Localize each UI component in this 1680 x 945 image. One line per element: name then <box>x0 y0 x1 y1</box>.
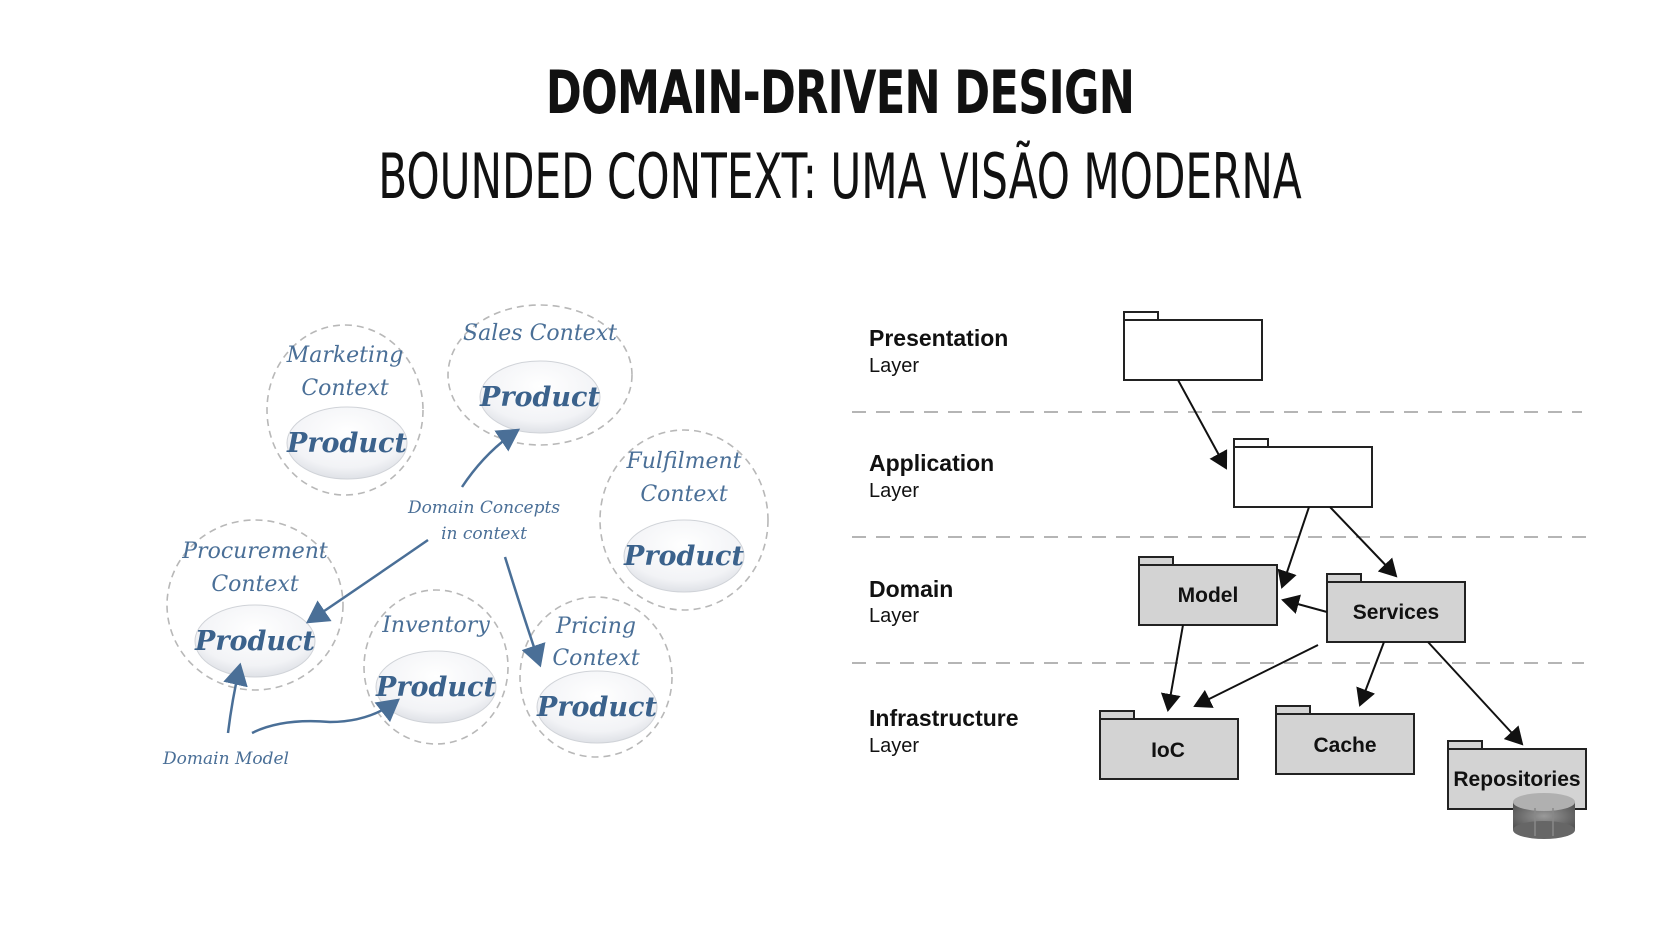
arrow-services-to-repositories <box>1427 641 1524 746</box>
arrow-application-to-services <box>1329 506 1398 578</box>
product-label: Product <box>286 428 407 459</box>
ioc-package: IoC <box>1099 710 1239 780</box>
context-label: Marketing <box>286 343 404 368</box>
product-label: Product <box>375 672 496 703</box>
arrow-to-sales <box>460 428 521 488</box>
model-package: Model <box>1138 556 1278 626</box>
arrow-to-pricing <box>503 556 546 668</box>
fulfilment-context: Fulfilment Context Product <box>599 429 769 611</box>
arrow-services-to-model <box>1281 594 1328 614</box>
product-label: Product <box>194 626 315 657</box>
layer-name-application: Application <box>869 450 994 476</box>
layered-architecture-diagram: Presentation Layer Application Layer Dom… <box>852 311 1587 839</box>
procurement-context: Procurement Context Product <box>166 519 344 691</box>
layer-suffix: Layer <box>869 355 919 377</box>
database-icon <box>1513 793 1575 839</box>
package-label-ioc: IoC <box>1151 739 1185 762</box>
package-label-model: Model <box>1178 584 1239 607</box>
services-package: Services <box>1326 573 1466 643</box>
context-label: Context <box>640 482 728 507</box>
arrow-services-to-ioc <box>1193 644 1319 708</box>
product-label: Product <box>623 541 744 572</box>
layer-suffix: Layer <box>869 735 919 757</box>
layer-suffix: Layer <box>869 605 919 627</box>
layer-name-presentation: Presentation <box>869 325 1008 351</box>
domain-concepts-label: Domain Concepts <box>407 498 560 518</box>
pricing-context: Pricing Context Product <box>519 596 673 758</box>
context-label: Pricing <box>555 614 636 639</box>
layer-suffix: Layer <box>869 480 919 502</box>
arrow-to-inventory-product <box>251 698 400 735</box>
context-label: Fulfilment <box>625 449 741 474</box>
application-package-icon <box>1233 438 1373 508</box>
context-label: Context <box>211 572 299 597</box>
domain-model-label: Domain Model <box>162 749 289 769</box>
context-label: Procurement <box>181 539 328 564</box>
layer-name-infrastructure: Infrastructure <box>869 705 1019 731</box>
arrow-application-to-model <box>1277 506 1310 589</box>
package-label-services: Services <box>1353 601 1439 624</box>
context-label: Context <box>301 376 389 401</box>
context-label: Inventory <box>381 613 490 638</box>
inventory-context: Inventory Product <box>363 589 509 745</box>
cache-package: Cache <box>1275 705 1415 775</box>
package-label-repositories: Repositories <box>1453 768 1580 791</box>
context-label: Context <box>552 646 640 671</box>
presentation-package-icon <box>1123 311 1263 381</box>
arrow-presentation-to-application <box>1177 379 1228 470</box>
marketing-context: Marketing Context Product <box>266 324 424 496</box>
sales-context: Sales Context Product <box>447 304 633 446</box>
arrow-model-to-ioc <box>1160 624 1184 712</box>
product-label: Product <box>479 382 600 413</box>
package-label-cache: Cache <box>1313 734 1376 757</box>
product-label: Product <box>536 692 657 723</box>
slide: Domain-Driven Design Bounded Context: um… <box>0 0 1680 945</box>
context-label: Sales Context <box>463 321 617 346</box>
bounded-contexts-diagram: Marketing Context Product Sales Context … <box>162 304 769 769</box>
domain-concepts-label: in context <box>441 524 527 544</box>
arrow-services-to-cache <box>1356 641 1385 707</box>
layer-name-domain: Domain <box>869 576 953 602</box>
diagram-canvas: Marketing Context Product Sales Context … <box>162 304 1587 839</box>
